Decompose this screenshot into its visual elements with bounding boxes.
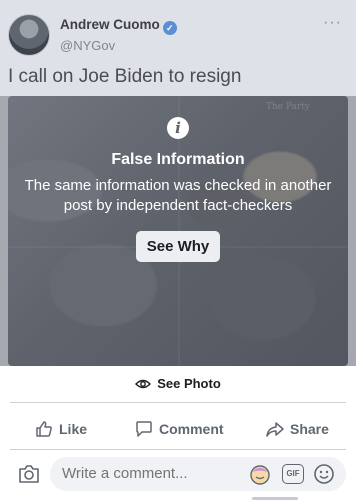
see-photo-label: See Photo [157,376,221,391]
author-handle: @NYGov [60,38,116,53]
avatar[interactable] [8,14,50,56]
dimmed-post-area: Andrew Cuomo ✓ @NYGov ··· I call on Joe B… [0,0,356,366]
camera-icon[interactable] [18,464,40,484]
avatar-sticker-icon[interactable] [249,463,271,485]
share-button[interactable]: Share [266,412,329,446]
warning-title: False Information [111,151,245,168]
share-label: Share [290,421,329,437]
comment-bubble-icon [136,421,152,437]
author-name-text[interactable]: Andrew Cuomo [60,17,160,32]
comment-button[interactable]: Comment [135,412,224,446]
divider [10,402,346,403]
like-label: Like [59,421,88,437]
divider [10,449,346,450]
warning-description: The same information was checked in anot… [24,177,332,214]
comment-label: Comment [159,421,224,437]
verified-badge-icon: ✓ [162,21,177,35]
see-why-button[interactable]: See Why [136,231,220,262]
share-arrow-icon [266,422,284,437]
thumbs-up-icon [36,421,52,437]
eye-icon [135,379,152,389]
gif-icon[interactable]: GIF [282,464,304,484]
emoji-icon[interactable] [313,463,335,485]
info-icon: i [167,117,189,139]
like-button[interactable]: Like [35,412,87,446]
post-text: I call on Joe Biden to resign [8,66,242,87]
action-bar: Like Comment Share [0,412,356,446]
post-header: Andrew Cuomo ✓ @NYGov ··· [8,10,348,60]
see-photo-button[interactable]: See Photo [0,366,356,402]
more-options-icon[interactable]: ··· [323,14,342,32]
author-name[interactable]: Andrew Cuomo ✓ [60,17,177,35]
